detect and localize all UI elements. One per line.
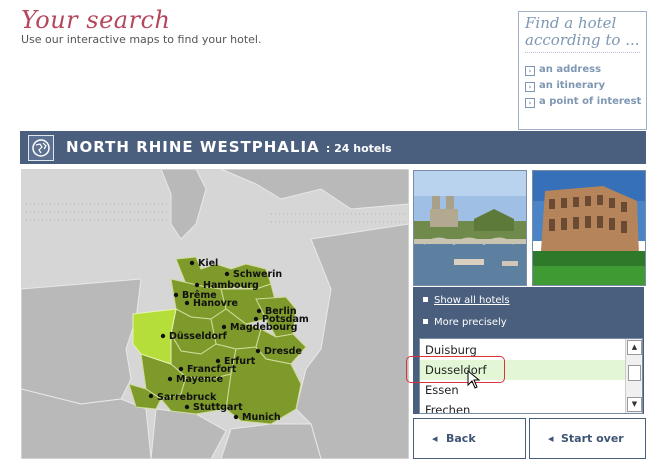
link-address[interactable]: › an address [525,64,601,76]
city-munich[interactable]: Munich [242,412,281,423]
city-mayence[interactable]: Mayence [176,374,223,385]
page-title: Your search [21,6,171,34]
find-hotel-box: Find a hotel according to ... › an addres… [518,11,647,130]
link-poi-label: a point of interest [539,96,642,107]
region-name-label: NORTH RHINE WESTPHALIA [66,138,320,156]
city-magdebourg[interactable]: Magdebourg [230,322,297,333]
bullet-icon [423,297,428,302]
scroll-up-icon[interactable]: ▲ [627,340,642,355]
scroll-down-icon[interactable]: ▼ [627,397,642,412]
city-dusseldorf[interactable]: Düsseldorf [169,331,228,342]
arrow-right-icon: › [525,98,535,108]
more-precisely-text: More precisely [434,317,507,328]
region-header: NORTH RHINE WESTPHALIA : 24 hotels [20,131,646,164]
city-kiel[interactable]: Kiel [198,258,218,269]
arrow-left-icon: ◂ [548,432,554,445]
divider [525,52,640,53]
more-precisely-label: More precisely [423,317,507,328]
link-point-of-interest[interactable]: › a point of interest [525,96,641,108]
start-over-label: Start over [561,432,624,445]
hotel-count: : 24 hotels [325,142,392,155]
back-label: Back [446,432,476,445]
back-button[interactable]: ◂ Back [413,418,526,459]
cursor-icon [467,369,481,394]
bullet-icon [423,319,428,324]
city-hanovre[interactable]: Hanovre [193,298,238,309]
scroll-thumb[interactable] [628,365,641,381]
list-item[interactable]: Frechen [420,400,627,413]
selection-highlight-ring [406,356,505,383]
city-schwerin[interactable]: Schwerin [233,269,282,280]
show-all-hotels-link[interactable]: Show all hotels [423,295,510,306]
arrow-right-icon: › [525,66,535,76]
photo-colosseum [532,170,646,286]
link-address-label: an address [539,64,602,75]
globe-icon [28,135,54,161]
listbox-scrollbar[interactable]: ▲ ▼ [625,339,642,413]
find-hotel-title: Find a hotel according to ... [525,14,640,49]
page-subtitle: Use our interactive maps to find your ho… [21,33,262,46]
photo-notre-dame [413,170,527,286]
arrow-left-icon: ◂ [432,432,438,445]
city-stuttgart[interactable]: Stuttgart [193,402,243,413]
show-all-label: Show all hotels [434,295,510,306]
region-map[interactable]: Kiel Schwerin Hambourg Brême Hanovre Ber… [21,169,409,459]
region-name: NORTH RHINE WESTPHALIA : 24 hotels [66,138,392,156]
list-item[interactable]: Essen [420,380,627,400]
arrow-right-icon: › [525,82,535,92]
start-over-button[interactable]: ◂ Start over [529,418,646,459]
city-dresde[interactable]: Dresde [264,346,302,357]
link-itinerary[interactable]: › an itinerary [525,80,605,92]
link-itinerary-label: an itinerary [539,80,606,91]
